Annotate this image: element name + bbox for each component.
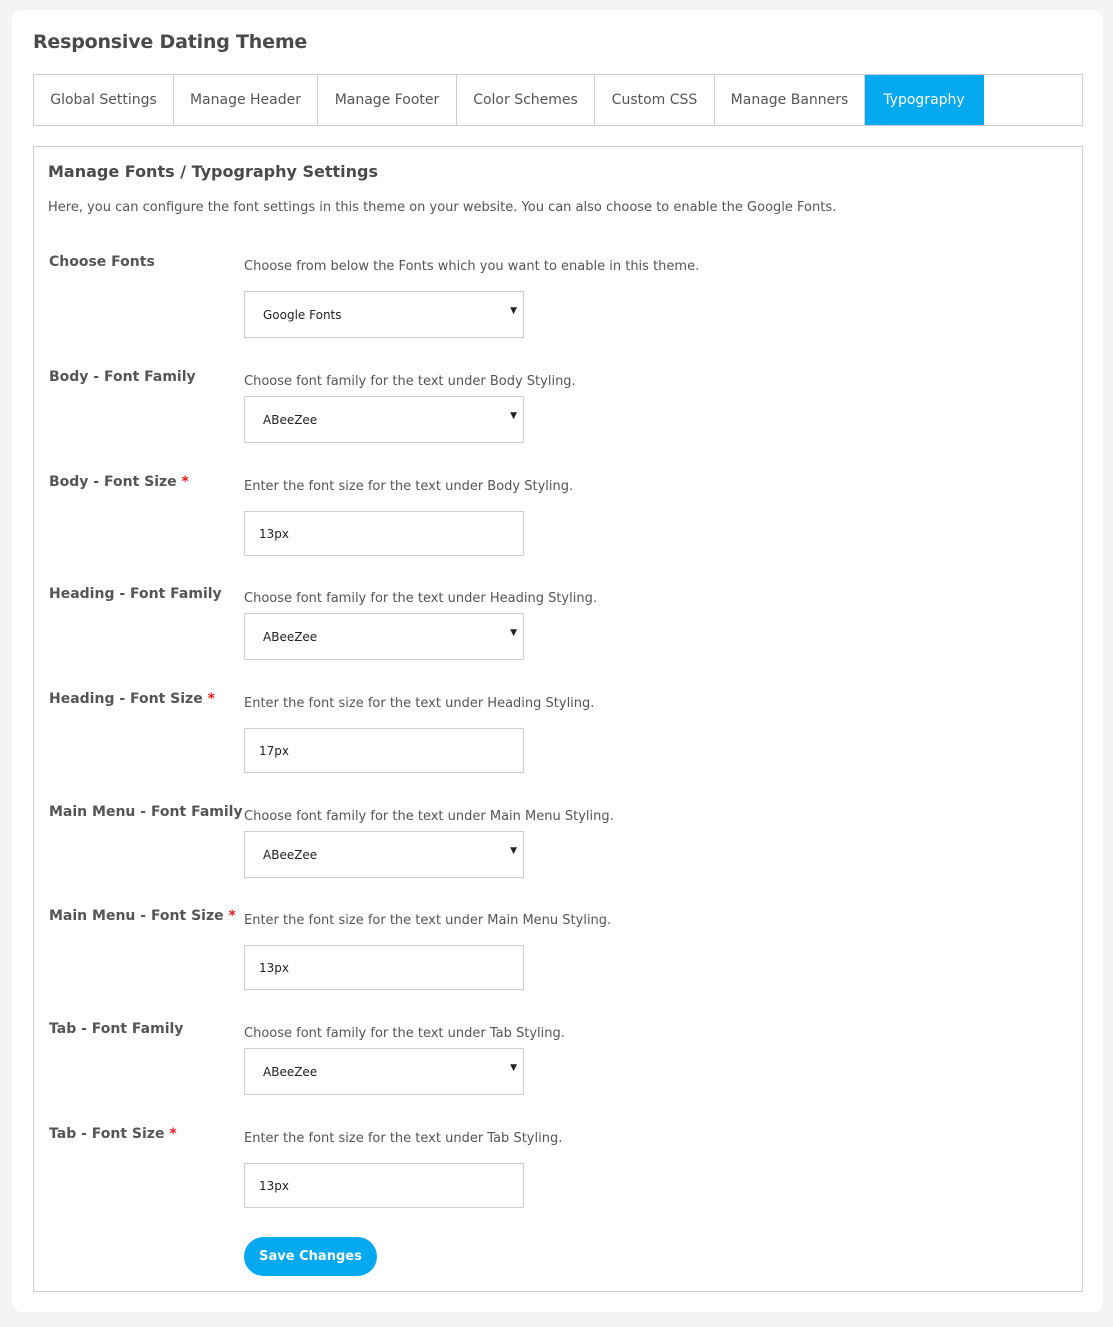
- field-label: Heading - Font Family: [49, 586, 222, 602]
- label-text: Tab - Font Size: [49, 1126, 165, 1142]
- app-title: Responsive Dating Theme: [33, 31, 308, 53]
- tab-font-family-select[interactable]: ABeeZee ▼: [244, 1048, 524, 1095]
- tab-custom-css[interactable]: Custom CSS: [595, 75, 715, 125]
- chevron-down-icon: ▼: [510, 1063, 517, 1073]
- field-help: Choose font family for the text under Ta…: [244, 1026, 565, 1041]
- settings-card: Responsive Dating Theme Global Settings …: [12, 10, 1103, 1312]
- body-font-family-select[interactable]: ABeeZee ▼: [244, 396, 524, 443]
- input-value: 13px: [259, 1179, 289, 1193]
- label-text: Main Menu - Font Family: [49, 804, 243, 820]
- field-help: Enter the font size for the text under M…: [244, 913, 612, 928]
- field-help: Choose font family for the text under Ma…: [244, 809, 614, 824]
- label-text: Body - Font Family: [49, 369, 196, 385]
- field-label: Heading - Font Size *: [49, 691, 215, 707]
- main-menu-font-size-input[interactable]: 13px: [244, 945, 524, 990]
- field-label: Main Menu - Font Family: [49, 804, 243, 820]
- label-text: Heading - Font Size: [49, 691, 203, 707]
- chevron-down-icon: ▼: [510, 846, 517, 856]
- required-marker: *: [169, 1126, 177, 1142]
- typography-panel: Manage Fonts / Typography Settings Here,…: [33, 146, 1083, 1292]
- label-text: Tab - Font Family: [49, 1021, 184, 1037]
- field-help: Enter the font size for the text under H…: [244, 696, 595, 711]
- body-font-size-input[interactable]: 13px: [244, 511, 524, 556]
- field-help: Choose font family for the text under Bo…: [244, 374, 576, 389]
- required-marker: *: [207, 691, 215, 707]
- input-value: 13px: [259, 527, 289, 541]
- panel-title: Manage Fonts / Typography Settings: [48, 162, 378, 181]
- panel-description: Here, you can configure the font setting…: [48, 200, 837, 215]
- choose-fonts-select[interactable]: Google Fonts ▼: [244, 291, 524, 338]
- chevron-down-icon: ▼: [510, 306, 517, 316]
- label-text: Choose Fonts: [49, 254, 155, 270]
- tab-manage-header[interactable]: Manage Header: [174, 75, 318, 125]
- select-value: ABeeZee: [263, 630, 318, 644]
- select-value: ABeeZee: [263, 1065, 318, 1079]
- select-value: ABeeZee: [263, 413, 318, 427]
- label-text: Body - Font Size: [49, 474, 177, 490]
- required-marker: *: [228, 908, 236, 924]
- heading-font-family-select[interactable]: ABeeZee ▼: [244, 613, 524, 660]
- field-label: Body - Font Family: [49, 369, 196, 385]
- tab-typography[interactable]: Typography: [865, 75, 984, 125]
- chevron-down-icon: ▼: [510, 411, 517, 421]
- field-label: Body - Font Size *: [49, 474, 189, 490]
- tab-manage-banners[interactable]: Manage Banners: [715, 75, 865, 125]
- select-value: ABeeZee: [263, 848, 318, 862]
- input-value: 13px: [259, 961, 289, 975]
- tab-global-settings[interactable]: Global Settings: [34, 75, 174, 125]
- field-label: Tab - Font Family: [49, 1021, 183, 1037]
- field-help: Enter the font size for the text under B…: [244, 479, 574, 494]
- select-value: Google Fonts: [263, 308, 342, 322]
- chevron-down-icon: ▼: [510, 628, 517, 638]
- field-label: Main Menu - Font Size *: [49, 908, 236, 924]
- field-help: Choose font family for the text under He…: [244, 591, 597, 606]
- main-menu-font-family-select[interactable]: ABeeZee ▼: [244, 831, 524, 878]
- heading-font-size-input[interactable]: 17px: [244, 728, 524, 773]
- label-text: Heading - Font Family: [49, 586, 222, 602]
- label-text: Main Menu - Font Size: [49, 908, 224, 924]
- tab-bar: Global Settings Manage Header Manage Foo…: [33, 74, 1083, 126]
- field-label: Tab - Font Size *: [49, 1126, 177, 1142]
- field-help: Choose from below the Fonts which you wa…: [244, 259, 700, 274]
- tab-manage-footer[interactable]: Manage Footer: [318, 75, 457, 125]
- field-help: Enter the font size for the text under T…: [244, 1131, 563, 1146]
- input-value: 17px: [259, 744, 289, 758]
- save-changes-button[interactable]: Save Changes: [244, 1237, 377, 1276]
- required-marker: *: [181, 474, 189, 490]
- tab-font-size-input[interactable]: 13px: [244, 1163, 524, 1208]
- tab-color-schemes[interactable]: Color Schemes: [457, 75, 595, 125]
- field-label: Choose Fonts: [49, 254, 155, 270]
